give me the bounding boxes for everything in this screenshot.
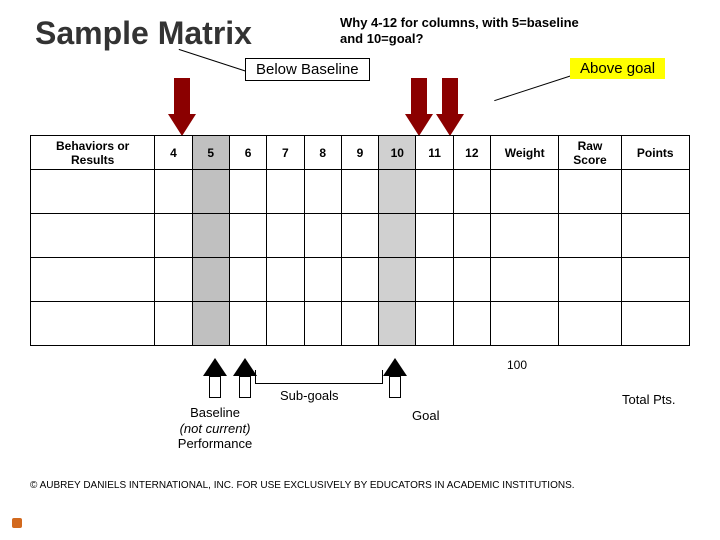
slide-title: Sample Matrix — [35, 15, 252, 52]
table-row — [31, 214, 690, 258]
header-behaviors: Behaviors or Results — [31, 136, 155, 170]
header-4: 4 — [155, 136, 192, 170]
header-7: 7 — [267, 136, 304, 170]
below-baseline-label: Below Baseline — [245, 58, 370, 81]
slide-subtitle: Why 4-12 for columns, with 5=baseline an… — [340, 15, 600, 46]
subgoals-bracket — [255, 370, 383, 384]
above-goal-label: Above goal — [570, 58, 665, 79]
arrow-down-goal-2 — [436, 78, 464, 138]
copyright-footer: © AUBREY DANIELS INTERNATIONAL, INC. FOR… — [30, 480, 575, 491]
header-6: 6 — [229, 136, 266, 170]
header-9: 9 — [341, 136, 378, 170]
header-8: 8 — [304, 136, 341, 170]
connector-line-below — [179, 49, 253, 74]
header-points: Points — [621, 136, 689, 170]
table-row — [31, 170, 690, 214]
header-12: 12 — [453, 136, 490, 170]
arrow-down-baseline — [168, 78, 196, 138]
header-weight: Weight — [491, 136, 559, 170]
header-row: Behaviors or Results 4 5 6 7 8 9 10 11 1… — [31, 136, 690, 170]
arrow-up-baseline-1 — [203, 358, 227, 400]
table-row — [31, 258, 690, 302]
header-10: 10 — [379, 136, 416, 170]
arrow-up-goal — [383, 358, 407, 400]
goal-label: Goal — [412, 408, 439, 423]
header-5: 5 — [192, 136, 229, 170]
subgoals-label: Sub-goals — [280, 388, 339, 403]
baseline-line1: Baseline — [190, 405, 240, 420]
baseline-caption: Baseline (not current) Performance — [165, 405, 265, 452]
header-11: 11 — [416, 136, 453, 170]
baseline-line2: (not current) — [180, 421, 251, 436]
header-raw: Raw Score — [559, 136, 621, 170]
total-pts-label: Total Pts. — [622, 392, 675, 407]
slide-bullet-icon — [12, 518, 22, 528]
weight-total: 100 — [507, 358, 527, 372]
arrow-up-baseline-2 — [233, 358, 257, 400]
connector-line-above — [494, 73, 578, 101]
arrow-down-goal-1 — [405, 78, 433, 138]
baseline-line3: Performance — [178, 436, 252, 451]
table-row — [31, 302, 690, 346]
matrix-table: Behaviors or Results 4 5 6 7 8 9 10 11 1… — [30, 135, 690, 346]
